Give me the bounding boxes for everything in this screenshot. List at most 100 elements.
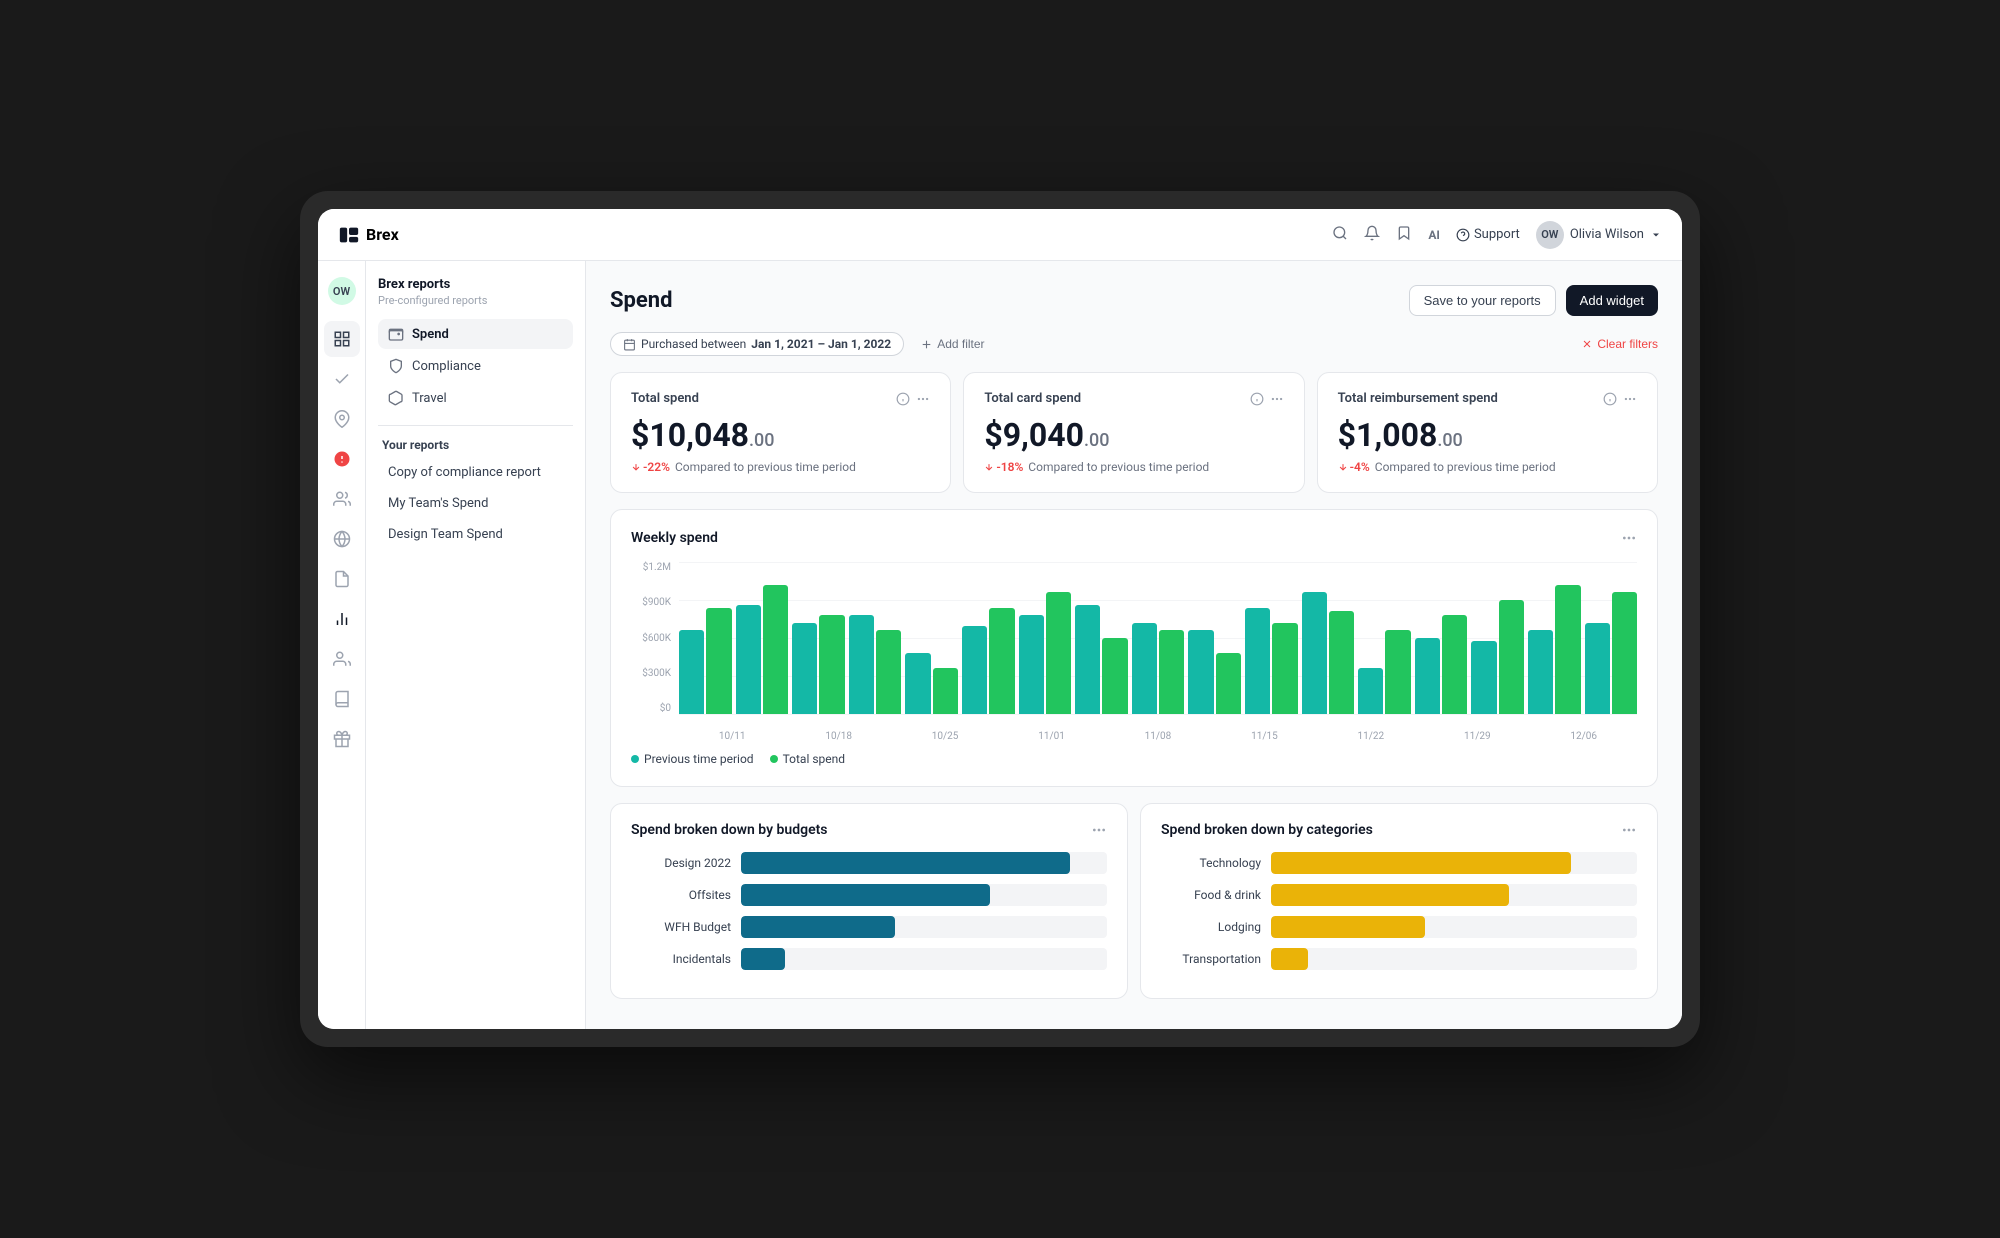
sidebar-icon-dashboard[interactable]: [324, 321, 360, 357]
more-icon-1[interactable]: [1270, 392, 1284, 406]
kpi-card-spend: Total card spend $9,040.00: [963, 372, 1304, 493]
app-window: Brex AI Support OW Oliv: [318, 209, 1682, 1029]
kpi-actions-2: [1603, 392, 1637, 406]
x-label-7: 11/29: [1464, 731, 1491, 742]
budgets-more-icon[interactable]: [1091, 822, 1107, 838]
ai-icon[interactable]: AI: [1428, 228, 1440, 242]
bar-current-1: [763, 585, 788, 714]
weekly-chart-card: Weekly spend $1.2M $900K $600K $300K $0: [610, 509, 1658, 787]
arrow-down-icon-2: [1338, 462, 1348, 472]
chart-group-9: [1188, 562, 1241, 714]
legend-previous: Previous time period: [631, 752, 754, 766]
save-to-reports-button[interactable]: Save to your reports: [1409, 285, 1556, 316]
date-filter-tag[interactable]: Purchased between Jan 1, 2021 – Jan 1, 2…: [610, 332, 904, 356]
sidebar-item-spend[interactable]: Spend: [378, 319, 573, 349]
sidebar-icon-globe[interactable]: [324, 521, 360, 557]
clear-filters-label: Clear filters: [1597, 337, 1658, 351]
calendar-icon: [623, 338, 636, 351]
sidebar-icon-gift[interactable]: [324, 721, 360, 757]
sidebar-icons: OW: [318, 261, 366, 1029]
bar-current-10: [1272, 623, 1297, 714]
category-fill-0: [1271, 852, 1571, 874]
more-icon-2[interactable]: [1623, 392, 1637, 406]
your-reports-title: Your reports: [378, 438, 573, 452]
bottom-charts: Spend broken down by budgets Design 2022…: [610, 803, 1658, 999]
kpi-actions-0: [896, 392, 930, 406]
header-actions: Save to your reports Add widget: [1409, 285, 1658, 316]
user-menu[interactable]: OW Olivia Wilson: [1536, 221, 1662, 249]
bar-current-2: [819, 615, 844, 714]
chart-group-3: [849, 562, 902, 714]
brex-logo-text: Brex: [366, 225, 399, 244]
sidebar-report-design-team-spend[interactable]: Design Team Spend: [378, 520, 573, 549]
sidebar-icon-location[interactable]: [324, 401, 360, 437]
info-icon-1[interactable]: [1250, 392, 1264, 406]
sidebar-icon-check[interactable]: [324, 361, 360, 397]
bar-prev-6: [1019, 615, 1044, 714]
notifications-icon[interactable]: [1364, 225, 1380, 245]
bar-current-9: [1216, 653, 1241, 714]
sidebar-nav: Brex reports Pre-configured reports Spen…: [366, 261, 586, 1029]
kpi-cents-0: .00: [749, 430, 774, 451]
kpi-cents-2: .00: [1437, 430, 1462, 451]
support-icon: [1456, 228, 1470, 242]
category-label-0: Technology: [1161, 856, 1261, 870]
plane-icon: [388, 390, 404, 406]
kpi-change-2: -4% Compared to previous time period: [1338, 460, 1637, 474]
clear-filters-button[interactable]: Clear filters: [1581, 337, 1658, 351]
sidebar-icon-book[interactable]: [324, 681, 360, 717]
category-fill-3: [1271, 948, 1308, 970]
add-filter-button[interactable]: Add filter: [912, 333, 992, 355]
sidebar-item-compliance[interactable]: Compliance: [378, 351, 573, 381]
weekly-chart-container: $1.2M $900K $600K $300K $0: [631, 562, 1637, 742]
bar-current-5: [989, 608, 1014, 714]
bar-prev-14: [1471, 641, 1496, 714]
more-icon-0[interactable]: [916, 392, 930, 406]
kpi-amount-1: $9,040.00: [984, 416, 1283, 454]
categories-chart-title: Spend broken down by categories: [1161, 822, 1637, 838]
categories-bars: TechnologyFood & drinkLodgingTransportat…: [1161, 852, 1637, 970]
bar-prev-9: [1188, 630, 1213, 714]
sidebar-report-my-teams-spend[interactable]: My Team's Spend: [378, 489, 573, 518]
sidebar-icon-chart[interactable]: [324, 601, 360, 637]
bar-prev-11: [1302, 592, 1327, 714]
categories-more-icon[interactable]: [1621, 822, 1637, 838]
add-widget-button[interactable]: Add widget: [1566, 285, 1658, 316]
main-content: Spend Save to your reports Add widget Pu…: [586, 261, 1682, 1029]
chart-group-4: [905, 562, 958, 714]
search-icon[interactable]: [1332, 225, 1348, 245]
sidebar-icon-alert[interactable]: [324, 441, 360, 477]
budget-bar-row-0: Design 2022: [631, 852, 1107, 874]
bar-current-14: [1499, 600, 1524, 714]
sidebar-report-copy-compliance[interactable]: Copy of compliance report: [378, 458, 573, 487]
bar-prev-4: [905, 653, 930, 714]
legend-total: Total spend: [770, 752, 845, 766]
avatar-icon: OW: [328, 277, 356, 305]
budgets-chart-card: Spend broken down by budgets Design 2022…: [610, 803, 1128, 999]
sidebar-icon-home[interactable]: OW: [324, 273, 360, 309]
budgets-chart-title: Spend broken down by budgets: [631, 822, 1107, 838]
brex-logo[interactable]: Brex: [338, 224, 399, 246]
device-frame: Brex AI Support OW Oliv: [300, 191, 1700, 1047]
bookmarks-icon[interactable]: [1396, 225, 1412, 245]
sidebar-item-travel[interactable]: Travel: [378, 383, 573, 413]
support-button[interactable]: Support: [1456, 227, 1520, 242]
info-icon-0[interactable]: [896, 392, 910, 406]
y-label-2: $600K: [631, 633, 671, 644]
wallet-icon: [388, 326, 404, 342]
add-filter-icon: [920, 338, 933, 351]
kpi-pct-2: -4%: [1338, 460, 1370, 474]
bar-current-13: [1442, 615, 1467, 714]
kpi-header-0: Total spend: [631, 391, 930, 406]
weekly-chart-title: Weekly spend: [631, 530, 718, 546]
sidebar-icon-users[interactable]: [324, 481, 360, 517]
sidebar-icon-file[interactable]: [324, 561, 360, 597]
sidebar-icon-team[interactable]: [324, 641, 360, 677]
sidebar-section-sub: Pre-configured reports: [378, 294, 573, 307]
weekly-chart-more-icon[interactable]: [1621, 530, 1637, 546]
info-icon-2[interactable]: [1603, 392, 1617, 406]
bar-prev-16: [1585, 623, 1610, 714]
kpi-amount-2: $1,008.00: [1338, 416, 1637, 454]
bar-prev-1: [736, 605, 761, 714]
topbar-right: AI Support OW Olivia Wilson: [1332, 221, 1662, 249]
